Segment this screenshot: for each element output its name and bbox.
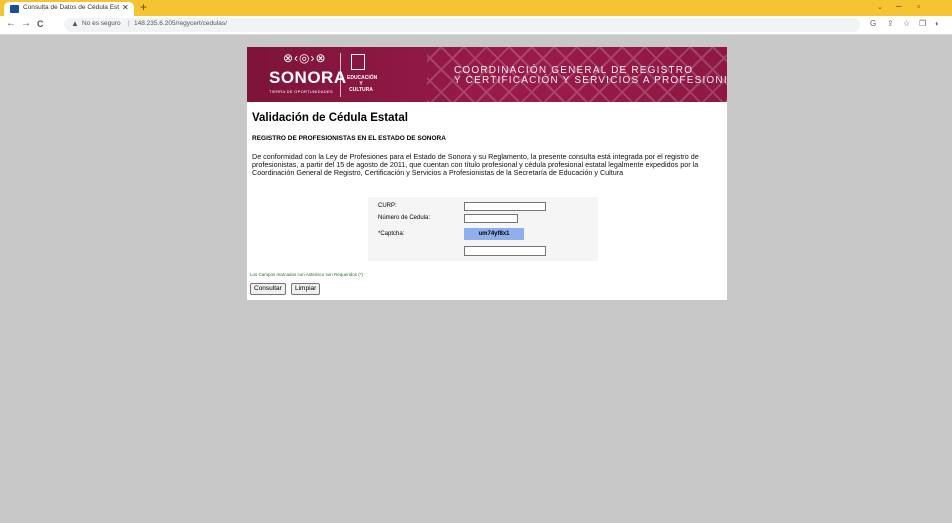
required-fields-note: Los Campos marcados con Asterisco son Re… xyxy=(250,272,364,277)
url-text[interactable]: 148.235.6.205/regycert/cedulas/ xyxy=(134,20,227,27)
cedula-label: Número de Cedula: xyxy=(378,215,431,221)
browser-tab-strip: Consulta de Datos de Cédula Est ✕ + ⌄ – … xyxy=(0,0,952,16)
address-bar[interactable]: ▲ No es seguro | 148.235.6.205/regycert/… xyxy=(64,18,860,32)
coordination-title-line2: Y CERTIFICACIÓN Y SERVICIOS A PROFESIONI… xyxy=(454,75,727,86)
secretaria-emblem-icon xyxy=(351,54,365,70)
sonora-tagline: TIERRA DE OPORTUNIDADES xyxy=(269,89,333,94)
new-tab-icon[interactable]: + xyxy=(140,1,147,13)
tab-title: Consulta de Datos de Cédula Est xyxy=(23,4,119,11)
curp-input[interactable] xyxy=(464,202,546,211)
logo-divider xyxy=(340,53,341,97)
page-title: Validación de Cédula Estatal xyxy=(252,112,408,124)
header-banner: ⊗‹◎›⊗ SONORA TIERRA DE OPORTUNIDADES EDU… xyxy=(247,47,727,102)
sonora-ornament-icon: ⊗‹◎›⊗ xyxy=(283,51,327,65)
share-icon[interactable]: ⇪ xyxy=(887,19,894,28)
side-panel-icon[interactable]: ❐ xyxy=(919,19,926,28)
forward-icon[interactable]: → xyxy=(21,18,31,29)
warning-icon: ▲ xyxy=(71,19,79,28)
secretaria-label: EDUCACIÓN Y CULTURA xyxy=(347,75,378,93)
tab-search-icon[interactable]: ⌄ xyxy=(877,3,883,11)
back-icon[interactable]: ← xyxy=(6,18,16,29)
coordination-title: COORDINACIÓN GENERAL DE REGISTRO Y CERTI… xyxy=(454,66,727,86)
reload-icon[interactable]: C xyxy=(37,19,44,29)
browser-toolbar: ← → C ▲ No es seguro | 148.235.6.205/reg… xyxy=(0,16,952,35)
captcha-input[interactable] xyxy=(464,246,546,256)
intro-paragraph: De conformidad con la Ley de Profesiones… xyxy=(252,152,699,177)
limpiar-button[interactable]: Limpiar xyxy=(291,283,321,295)
sonora-logo: SONORA xyxy=(269,68,347,87)
minimize-icon[interactable]: – xyxy=(896,1,902,12)
profile-avatar-icon[interactable]: ◐ xyxy=(935,19,940,28)
security-status[interactable]: No es seguro xyxy=(82,20,121,27)
search-form: CURP: Número de Cedula: *Captcha: um74yf… xyxy=(368,197,598,261)
page-favicon-icon xyxy=(10,5,19,13)
section-heading: REGISTRO DE PROFESIONISTAS EN EL ESTADO … xyxy=(252,135,446,142)
captcha-image: um74yf8x1 xyxy=(464,228,524,240)
maximize-icon[interactable]: ▫ xyxy=(917,1,920,11)
tab-close-icon[interactable]: ✕ xyxy=(122,3,129,12)
page-container: ⊗‹◎›⊗ SONORA TIERRA DE OPORTUNIDADES EDU… xyxy=(247,47,727,300)
bookmark-star-icon[interactable]: ☆ xyxy=(903,19,910,28)
consultar-button[interactable]: Consultar xyxy=(250,283,286,295)
curp-label: CURP: xyxy=(378,203,397,209)
url-separator: | xyxy=(128,20,130,27)
google-icon[interactable]: G xyxy=(870,19,876,28)
captcha-label: *Captcha: xyxy=(378,231,405,237)
cedula-input[interactable] xyxy=(464,214,518,223)
browser-tab[interactable]: Consulta de Datos de Cédula Est ✕ xyxy=(4,2,134,16)
